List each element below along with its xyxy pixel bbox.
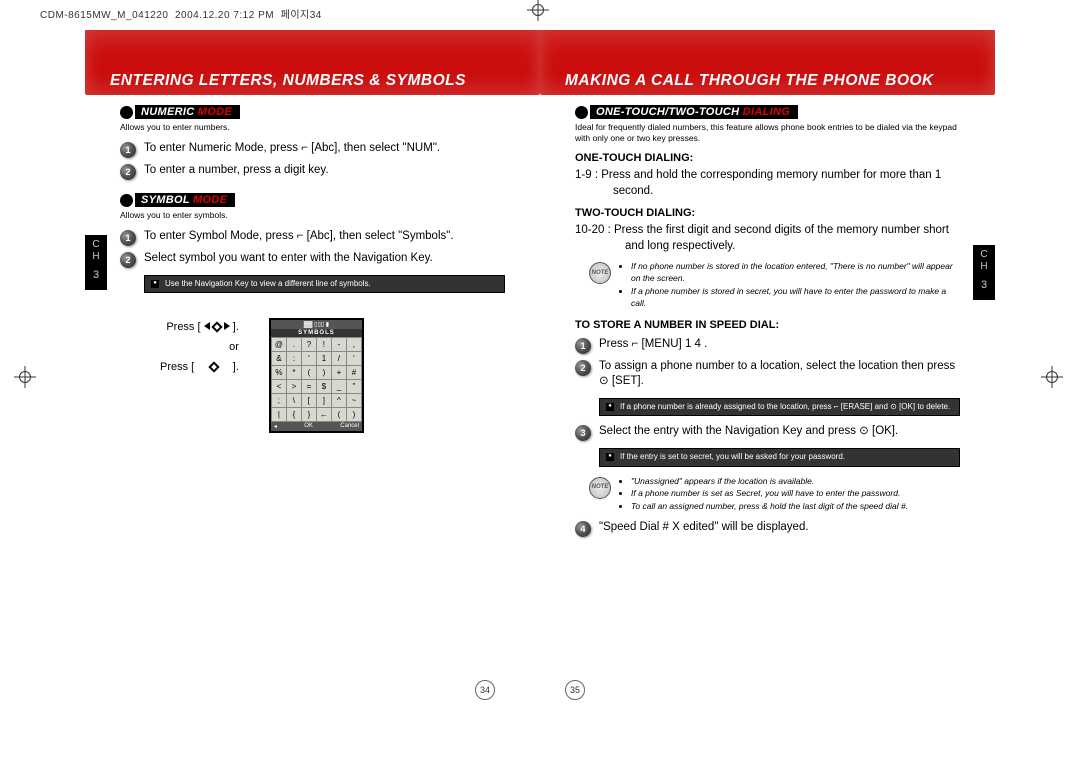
- section-mode: MODE: [193, 194, 227, 206]
- info-bullet-icon: ●: [151, 280, 159, 288]
- step-text: To enter a number, press a digit key.: [144, 163, 329, 179]
- info-text: If the entry is set to secret, you will …: [620, 452, 845, 462]
- note-item: To call an assigned number, press & hold…: [631, 501, 908, 513]
- page-left: ENTERING LETTERS, NUMBERS & SYMBOLS C H …: [85, 30, 540, 730]
- section-header-numeric: NUMERIC MODE: [120, 105, 505, 119]
- page-title-banner: ENTERING LETTERS, NUMBERS & SYMBOLS: [85, 30, 540, 95]
- page-title-banner: MAKING A CALL THROUGH THE PHONE BOOK: [540, 30, 995, 95]
- step-row: 3 Select the entry with the Navigation K…: [575, 424, 960, 440]
- page-title: MAKING A CALL THROUGH THE PHONE BOOK: [565, 72, 970, 90]
- arrow-left-icon: [204, 322, 210, 330]
- note-item: If a phone number is stored in secret, y…: [631, 286, 960, 310]
- info-bullet-icon: ●: [606, 403, 614, 411]
- phone-screen: ▓▓ ▯▯▯ ▮ SYMBOLS @.?!-, &:'1/' %*()+# <>…: [269, 318, 364, 433]
- step-text: Select the entry with the Navigation Key…: [599, 424, 898, 440]
- step-row: 4 "Speed Dial # X edited" will be displa…: [575, 520, 960, 536]
- crop-mark-icon: [1045, 370, 1059, 384]
- info-text: Use the Navigation Key to view a differe…: [165, 279, 371, 289]
- step-row: 1 To enter Symbol Mode, press ⌐ [Abc], t…: [120, 229, 505, 245]
- subheading: ONE-TOUCH DIALING:: [575, 152, 960, 164]
- section-mode: DIALING: [743, 106, 790, 118]
- chapter-label: C H: [973, 249, 995, 273]
- crop-mark-icon: [18, 370, 32, 384]
- navkey-icon: [211, 322, 222, 333]
- step-text: Press ⌐ [MENU] 1 4 .: [599, 337, 707, 353]
- info-text: If a phone number is already assigned to…: [620, 402, 950, 412]
- step-number-icon: 1: [575, 338, 591, 354]
- step-row: 2 To enter a number, press a digit key.: [120, 163, 505, 179]
- section-label: ONE-TOUCH/TWO-TOUCH: [596, 106, 739, 118]
- bullet-icon: [120, 194, 133, 207]
- note-box: NOTE "Unassigned" appears if the locatio…: [589, 475, 960, 515]
- page-right: MAKING A CALL THROUGH THE PHONE BOOK C H…: [540, 30, 995, 730]
- step-text: "Speed Dial # X edited" will be displaye…: [599, 520, 809, 536]
- symbols-grid: @.?!-, &:'1/' %*()+# <>=$_" ;\[]^~ |{}←(…: [271, 337, 362, 422]
- step-text: Select symbol you want to enter with the…: [144, 251, 433, 267]
- arrow-right-icon: [224, 322, 230, 330]
- step-row: 2 Select symbol you want to enter with t…: [120, 251, 505, 267]
- note-icon: NOTE: [589, 262, 611, 284]
- info-box: ● If a phone number is already assigned …: [599, 398, 960, 416]
- step-number-icon: 1: [120, 142, 136, 158]
- step-text: To enter Symbol Mode, press ⌐ [Abc], the…: [144, 229, 454, 245]
- chapter-tab-right: C H 3: [973, 245, 995, 300]
- body-text: 10-20 : Press the first digit and second…: [575, 223, 960, 254]
- page-title: ENTERING LETTERS, NUMBERS & SYMBOLS: [110, 72, 515, 90]
- section-label: NUMERIC: [141, 106, 194, 118]
- press-instructions: Press [ ]. or Press [ ].: [160, 318, 239, 377]
- body-text: 1-9 : Press and hold the corresponding m…: [575, 168, 960, 199]
- section-subtext: Ideal for frequently dialed numbers, thi…: [575, 122, 960, 144]
- info-box: ● If the entry is set to secret, you wil…: [599, 448, 960, 466]
- chapter-number: 3: [85, 269, 107, 282]
- page-number: 35: [565, 680, 585, 700]
- info-box: ● Use the Navigation Key to view a diffe…: [144, 275, 505, 293]
- bullet-icon: [120, 106, 133, 119]
- page-spread: ENTERING LETTERS, NUMBERS & SYMBOLS C H …: [85, 30, 995, 730]
- section-header-symbol: SYMBOL MODE: [120, 193, 505, 207]
- bullet-icon: [575, 106, 588, 119]
- note-item: If no phone number is stored in the loca…: [631, 261, 960, 285]
- note-item: If a phone number is set as Secret, you …: [631, 488, 908, 500]
- step-row: 2 To assign a phone number to a location…: [575, 359, 960, 390]
- chapter-tab-left: C H 3: [85, 235, 107, 290]
- step-number-icon: 2: [575, 360, 591, 376]
- subheading: TO STORE A NUMBER IN SPEED DIAL:: [575, 319, 960, 331]
- step-number-icon: 3: [575, 425, 591, 441]
- step-text: To assign a phone number to a location, …: [599, 359, 960, 390]
- section-mode: MODE: [198, 106, 232, 118]
- chapter-number: 3: [973, 279, 995, 292]
- softkey-ok: OK: [304, 423, 313, 430]
- page-number: 34: [475, 680, 495, 700]
- step-row: 1 To enter Numeric Mode, press ⌐ [Abc], …: [120, 141, 505, 157]
- crop-mark-icon: [531, 3, 545, 17]
- navkey-icon: [208, 361, 219, 372]
- note-item: "Unassigned" appears if the location is …: [631, 476, 908, 488]
- step-number-icon: 4: [575, 521, 591, 537]
- phone-screen-title: SYMBOLS: [271, 329, 362, 337]
- section-subtext: Allows you to enter numbers.: [120, 122, 505, 133]
- press-block: Press [ ]. or Press [ ]. ▓▓ ▯▯▯ ▮ SYMBOL…: [160, 318, 505, 433]
- section-header-dialing: ONE-TOUCH/TWO-TOUCH DIALING: [575, 105, 960, 119]
- note-icon: NOTE: [589, 477, 611, 499]
- phone-statusbar: ▓▓ ▯▯▯ ▮: [271, 320, 362, 329]
- chapter-label: C H: [85, 239, 107, 263]
- step-number-icon: 1: [120, 230, 136, 246]
- subheading: TWO-TOUCH DIALING:: [575, 207, 960, 219]
- step-row: 1 Press ⌐ [MENU] 1 4 .: [575, 337, 960, 353]
- softkey-cancel: Cancel: [340, 423, 359, 430]
- info-bullet-icon: ●: [606, 453, 614, 461]
- softkey-left: ◂: [274, 423, 277, 430]
- file-header-line: CDM-8615MW_M_041220 2004.12.20 7:12 PM 페…: [40, 6, 322, 21]
- section-label: SYMBOL: [141, 194, 190, 206]
- step-number-icon: 2: [120, 252, 136, 268]
- step-number-icon: 2: [120, 164, 136, 180]
- note-box: NOTE If no phone number is stored in the…: [589, 260, 960, 311]
- section-subtext: Allows you to enter symbols.: [120, 210, 505, 221]
- step-text: To enter Numeric Mode, press ⌐ [Abc], th…: [144, 141, 440, 157]
